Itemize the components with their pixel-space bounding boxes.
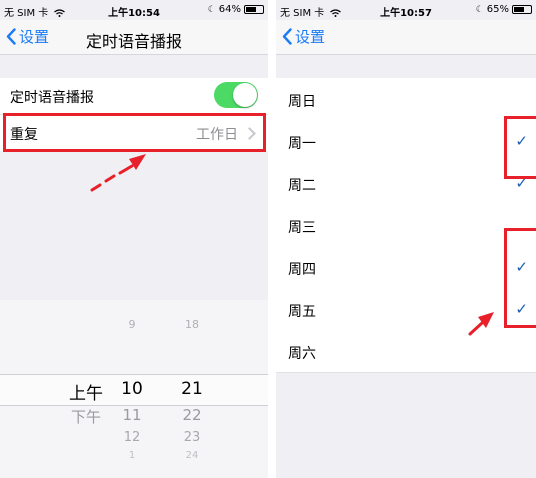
moon-icon: ☾ <box>207 4 216 15</box>
page-title: 定时语音播报 <box>85 32 182 51</box>
battery-icon <box>512 5 532 14</box>
picker-minute-selected: 21 <box>181 379 203 399</box>
picker-hour-selected: 10 <box>121 379 143 399</box>
highlight-box <box>3 113 266 152</box>
day-row-thursday[interactable]: 周四 ✓ <box>276 246 536 289</box>
battery-icon <box>244 5 264 14</box>
day-label: 周四 <box>288 262 316 278</box>
picker-hour-above: 9 <box>128 318 136 331</box>
nav-bar: 设置 定时语音播报 <box>0 20 268 55</box>
battery-percent: 65% <box>486 4 509 15</box>
chevron-left-icon <box>282 28 292 45</box>
day-row-tuesday[interactable]: 周二 ✓ <box>276 162 536 205</box>
day-label: 周三 <box>288 220 316 236</box>
right-screen: 无 SIM 卡 上午10:57 ☾ 65% 设置 周日 周一 ✓ 周二 ✓ 周三… <box>276 0 536 478</box>
day-label: 周日 <box>288 94 316 110</box>
picker-minute-next: 22 <box>182 406 202 424</box>
day-row-sunday[interactable]: 周日 <box>276 78 536 121</box>
picker-hour-next: 11 <box>122 406 142 424</box>
picker-hour-next2: 12 <box>123 430 141 445</box>
back-button[interactable]: 设置 <box>282 26 325 47</box>
day-label: 周二 <box>288 178 316 194</box>
status-bar: 无 SIM 卡 上午10:57 ☾ 65% <box>276 0 536 20</box>
annotation-arrow-icon <box>90 154 146 192</box>
picker-minute-next2: 23 <box>183 430 201 445</box>
time-picker[interactable]: 9 18 上午 10 21 下午 11 22 12 23 1 24 <box>0 300 268 478</box>
picker-hour-next3: 1 <box>128 450 136 461</box>
highlight-box <box>504 228 536 328</box>
nav-bar: 设置 <box>276 20 536 55</box>
back-label: 设置 <box>295 28 326 46</box>
battery-status: ☾ 64% <box>208 4 264 15</box>
highlight-box <box>504 116 536 179</box>
picker-minute-next3: 24 <box>185 450 199 461</box>
toggle-knob <box>233 83 257 107</box>
status-bar: 无 SIM 卡 上午10:54 ☾ 64% <box>0 0 268 20</box>
annotation-arrow-icon <box>468 312 494 336</box>
battery-status: ☾ 65% <box>476 4 532 15</box>
day-row-wednesday[interactable]: 周三 <box>276 204 536 247</box>
moon-icon: ☾ <box>475 4 484 15</box>
voice-broadcast-toggle[interactable] <box>214 82 258 108</box>
voice-broadcast-label: 定时语音播报 <box>10 90 94 106</box>
day-row-monday[interactable]: 周一 ✓ <box>276 120 536 163</box>
picker-period-selected: 上午 <box>69 384 103 404</box>
day-label: 周一 <box>288 136 316 152</box>
voice-broadcast-row: 定时语音播报 <box>0 78 268 115</box>
battery-percent: 64% <box>218 4 241 15</box>
picker-minute-above: 18 <box>185 318 199 331</box>
picker-period-next: 下午 <box>70 408 101 426</box>
day-label: 周六 <box>288 346 316 362</box>
day-label: 周五 <box>288 304 316 320</box>
left-screen: 无 SIM 卡 上午10:54 ☾ 64% 设置 定时语音播报 定时语音播报 重… <box>0 0 268 478</box>
